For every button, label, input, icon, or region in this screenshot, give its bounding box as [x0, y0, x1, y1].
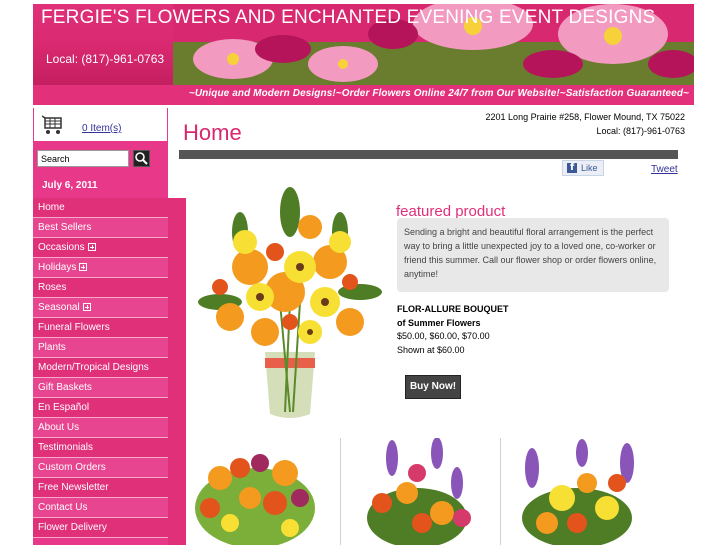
header-banner: FERGIE'S FLOWERS AND ENCHANTED EVENING E… [33, 4, 694, 85]
search-input[interactable] [37, 150, 129, 167]
thumbnail-separator [340, 438, 341, 545]
expand-plus-icon[interactable] [87, 243, 96, 251]
nav-item-label: Home [38, 202, 65, 213]
search-button[interactable] [133, 150, 150, 167]
nav-item-best-sellers[interactable]: Best Sellers [33, 218, 186, 238]
sidebar: 0 Item(s) July 6, 2011 Home Best Sellers… [33, 108, 186, 545]
nav-item-label: Gift Baskets [38, 382, 92, 393]
nav-item-plants[interactable]: Plants [33, 338, 186, 358]
shown-at-price: Shown at $60.00 [397, 345, 465, 355]
thumbnail-separator [500, 438, 501, 545]
sidebar-edge [168, 198, 186, 545]
shop-address: 2201 Long Prairie #258, Flower Mound, TX… [486, 110, 685, 138]
current-date: July 6, 2011 [42, 180, 98, 191]
product-thumbnail-3[interactable] [512, 438, 642, 545]
featured-description: Sending a bright and beautiful floral ar… [397, 218, 669, 292]
nav-item-free-newsletter[interactable]: Free Newsletter [33, 478, 186, 498]
cart-box: 0 Item(s) [33, 108, 168, 142]
nav-item-en-espanol[interactable]: En Español [33, 398, 186, 418]
nav-item-modern-tropical[interactable]: Modern/Tropical Designs [33, 358, 186, 378]
facebook-like-button[interactable]: Like [562, 160, 604, 176]
featured-product-image[interactable] [190, 182, 390, 427]
nav-item-label: Free Newsletter [38, 482, 109, 493]
nav-item-label: Modern/Tropical Designs [38, 362, 149, 373]
like-label: Like [581, 163, 598, 173]
sidebar-nav: Home Best Sellers Occasions Holidays Ros… [33, 198, 186, 538]
search-icon [135, 152, 148, 165]
nav-item-about-us[interactable]: About Us [33, 418, 186, 438]
nav-item-label: Custom Orders [38, 462, 106, 473]
price-options: $50.00, $60.00, $70.00 [397, 331, 490, 341]
product-name[interactable]: FLOR-ALLURE BOUQUET of Summer Flowers [397, 302, 509, 330]
nav-item-custom-orders[interactable]: Custom Orders [33, 458, 186, 478]
search-row [33, 148, 168, 170]
nav-item-label: Plants [38, 342, 66, 353]
product-prices: $50.00, $60.00, $70.00 Shown at $60.00 [397, 329, 490, 357]
tagline-bar: ~Unique and Modern Designs!~Order Flower… [33, 85, 694, 105]
nav-item-home[interactable]: Home [33, 198, 186, 218]
product-thumbnail-1[interactable] [190, 438, 320, 545]
nav-item-flower-delivery[interactable]: Flower Delivery [33, 518, 186, 538]
nav-item-occasions[interactable]: Occasions [33, 238, 186, 258]
nav-item-label: About Us [38, 422, 80, 433]
product-name-line1: FLOR-ALLURE BOUQUET [397, 304, 509, 314]
nav-item-label: Flower Delivery [38, 522, 107, 533]
nav-item-label: Holidays [38, 262, 77, 273]
expand-plus-icon[interactable] [82, 303, 91, 311]
nav-item-contact-us[interactable]: Contact Us [33, 498, 186, 518]
nav-item-testimonials[interactable]: Testimonials [33, 438, 186, 458]
nav-item-label: En Español [38, 402, 90, 413]
expand-plus-icon[interactable] [79, 263, 88, 271]
nav-item-funeral-flowers[interactable]: Funeral Flowers [33, 318, 186, 338]
title-divider [179, 150, 678, 159]
nav-item-seasonal[interactable]: Seasonal [33, 298, 186, 318]
address-phone: Local: (817)-961-0763 [596, 126, 685, 136]
product-name-line2: of Summer Flowers [397, 318, 481, 328]
address-line: 2201 Long Prairie #258, Flower Mound, TX… [485, 112, 685, 122]
site-title[interactable]: FERGIE'S FLOWERS AND ENCHANTED EVENING E… [41, 7, 661, 28]
header-phone: Local: (817)-961-0763 [46, 52, 165, 66]
nav-item-label: Roses [38, 282, 67, 293]
shopping-cart-icon[interactable] [42, 115, 64, 135]
nav-item-label: Funeral Flowers [38, 322, 110, 333]
page: FERGIE'S FLOWERS AND ENCHANTED EVENING E… [0, 0, 727, 545]
product-thumbnail-2[interactable] [352, 438, 482, 545]
facebook-icon [567, 161, 577, 175]
nav-item-roses[interactable]: Roses [33, 278, 186, 298]
nav-item-label: Best Sellers [38, 222, 92, 233]
cart-items-link[interactable]: 0 Item(s) [82, 123, 121, 134]
tagline: ~Unique and Modern Designs!~Order Flower… [188, 88, 689, 99]
nav-item-holidays[interactable]: Holidays [33, 258, 186, 278]
nav-item-label: Occasions [38, 242, 85, 253]
nav-item-label: Testimonials [38, 442, 94, 453]
tweet-link[interactable]: Tweet [651, 164, 678, 175]
buy-now-button[interactable]: Buy Now! [405, 375, 461, 399]
nav-item-gift-baskets[interactable]: Gift Baskets [33, 378, 186, 398]
nav-item-label: Contact Us [38, 502, 88, 513]
nav-item-label: Seasonal [38, 302, 80, 313]
page-title: Home [183, 120, 242, 145]
